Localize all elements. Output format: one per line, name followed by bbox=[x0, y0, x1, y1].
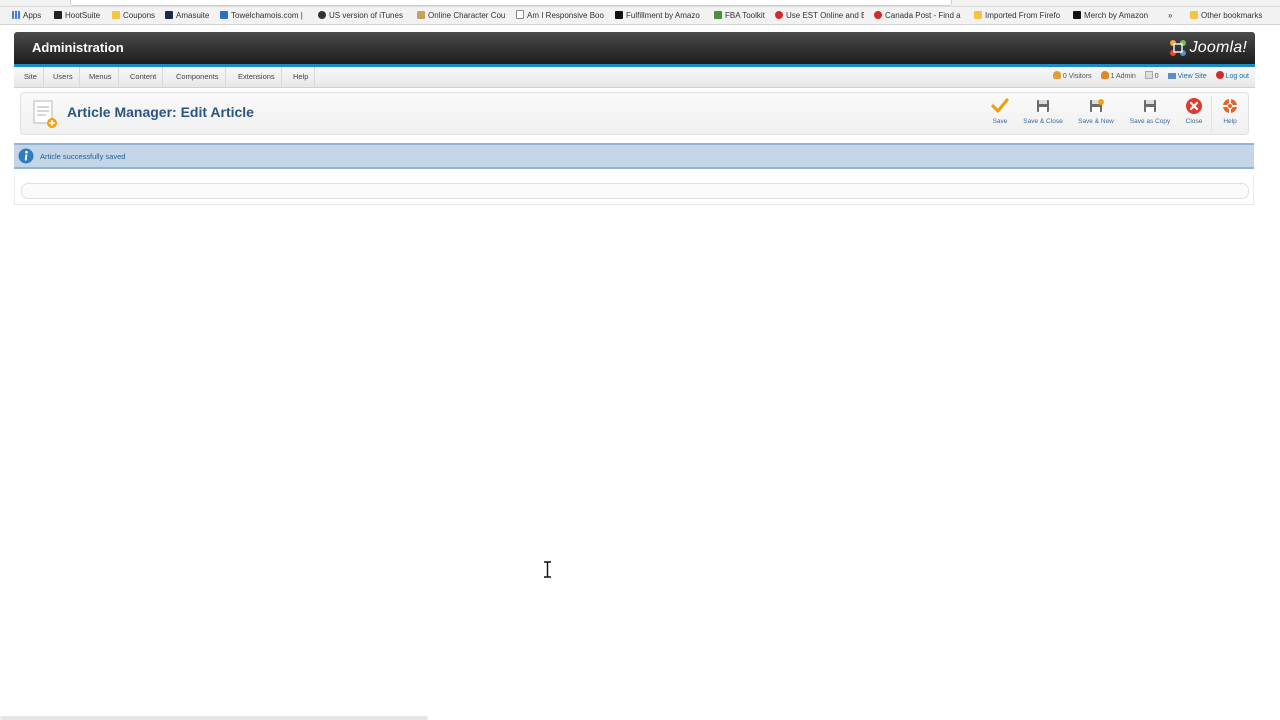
document-icon bbox=[516, 10, 524, 19]
checkmark-icon bbox=[991, 98, 1009, 113]
folder-icon bbox=[1190, 11, 1198, 19]
help-lifebuoy-icon bbox=[1222, 98, 1238, 114]
system-message: Article successfully saved bbox=[14, 143, 1254, 169]
bookmark-character-count[interactable]: Online Character Cou bbox=[417, 10, 505, 21]
bookmark-canada-post[interactable]: Canada Post - Find a bbox=[874, 10, 961, 21]
red-circle-icon bbox=[874, 11, 882, 19]
amazon-icon bbox=[615, 11, 623, 19]
bookmark-imported-firefox[interactable]: Imported From Firefo bbox=[974, 10, 1060, 21]
page-icon bbox=[417, 11, 425, 19]
horizontal-scrollbar-thumb[interactable] bbox=[0, 716, 428, 720]
messages-icon bbox=[1144, 71, 1153, 79]
menu-users[interactable]: Users bbox=[47, 67, 80, 87]
floppy-disk-plus-icon bbox=[1090, 99, 1104, 112]
bookmark-am-i-responsive[interactable]: Am I Responsive Boo bbox=[516, 10, 604, 21]
bookmark-coupons[interactable]: Coupons bbox=[112, 10, 155, 21]
view-site-link[interactable]: View Site bbox=[1167, 67, 1207, 86]
text-cursor-icon bbox=[544, 561, 551, 578]
menu-menus[interactable]: Menus bbox=[83, 67, 119, 87]
close-icon bbox=[1186, 98, 1202, 114]
visitors-status: 0 Visitors bbox=[1052, 67, 1092, 86]
bookmark-hootsuite[interactable]: HootSuite bbox=[54, 10, 100, 21]
floppy-disk-copy-icon bbox=[1144, 100, 1156, 112]
floppy-disk-icon bbox=[1037, 100, 1049, 112]
bookmark-fba-toolkit[interactable]: FBA Toolkit bbox=[714, 10, 765, 21]
amazon-icon bbox=[1073, 11, 1081, 19]
page-vertical-scrollbar[interactable] bbox=[1264, 25, 1280, 720]
logout-link[interactable]: Log out bbox=[1215, 67, 1249, 86]
red-circle-icon bbox=[775, 11, 783, 19]
bookmark-towelchamois[interactable]: Towelchamois.com | bbox=[220, 10, 303, 21]
bookmark-amasuite[interactable]: Amasuite bbox=[165, 10, 209, 21]
logout-icon bbox=[1215, 71, 1224, 79]
joomla-wordmark: Joomla! bbox=[1189, 39, 1247, 56]
folder-icon bbox=[112, 11, 120, 19]
toolbar-separator bbox=[1211, 96, 1212, 132]
bookmarks-overflow-button[interactable]: » bbox=[1168, 10, 1172, 21]
help-button[interactable]: Help bbox=[1218, 97, 1242, 131]
hootsuite-icon bbox=[54, 11, 62, 19]
message-text: Article successfully saved bbox=[40, 152, 126, 161]
page-title: Article Manager: Edit Article bbox=[67, 104, 254, 120]
amasuite-icon bbox=[165, 11, 173, 19]
folder-icon bbox=[974, 11, 982, 19]
bookmark-itunes[interactable]: US version of iTunes bbox=[318, 10, 403, 21]
apps-grid-icon bbox=[12, 11, 20, 19]
toolbar-box: Article Manager: Edit Article Save Save … bbox=[20, 92, 1249, 135]
content-panel bbox=[21, 183, 1249, 199]
bookmark-apps[interactable]: Apps bbox=[12, 10, 41, 21]
bookmark-est-online[interactable]: Use EST Online and E bbox=[775, 10, 864, 21]
monitor-icon bbox=[1167, 73, 1176, 79]
browser-top-bar bbox=[0, 0, 1280, 7]
save-close-button[interactable]: Save & Close bbox=[1019, 97, 1067, 131]
admins-status: 1 Admin bbox=[1100, 67, 1136, 86]
admin-menu-bar: Site Users Menus Content Components Exte… bbox=[14, 67, 1255, 88]
admin-header: Administration Joomla! bbox=[14, 32, 1255, 64]
joomla-icon bbox=[1169, 40, 1186, 56]
menu-extensions[interactable]: Extensions bbox=[232, 67, 282, 87]
status-area: 0 Visitors 1 Admin 0 View Site Log out bbox=[1046, 67, 1249, 87]
chart-icon bbox=[714, 11, 722, 19]
g-icon bbox=[318, 11, 326, 19]
menu-components[interactable]: Components bbox=[170, 67, 226, 87]
bookmark-merch-amazon[interactable]: Merch by Amazon bbox=[1073, 10, 1148, 21]
bookmark-other[interactable]: Other bookmarks bbox=[1190, 10, 1262, 21]
menu-content[interactable]: Content bbox=[124, 67, 164, 87]
admin-title: Administration bbox=[32, 40, 124, 55]
users-icon bbox=[1052, 71, 1061, 79]
bookmark-fba[interactable]: Fulfillment by Amazo bbox=[615, 10, 700, 21]
address-bar[interactable] bbox=[70, 0, 952, 6]
facebook-icon bbox=[220, 11, 228, 19]
bookmarks-bar: Apps HootSuite Coupons Amasuite Towelcha… bbox=[0, 7, 1280, 25]
admin-icon bbox=[1100, 71, 1109, 79]
joomla-logo[interactable]: Joomla! bbox=[1168, 37, 1247, 59]
info-icon bbox=[18, 148, 34, 164]
article-edit-icon bbox=[33, 100, 57, 128]
close-button[interactable]: Close bbox=[1182, 97, 1206, 131]
menu-site[interactable]: Site bbox=[18, 67, 44, 87]
menu-help[interactable]: Help bbox=[287, 67, 316, 87]
save-copy-button[interactable]: Save as Copy bbox=[1125, 97, 1175, 131]
save-button[interactable]: Save bbox=[987, 97, 1013, 131]
save-new-button[interactable]: Save & New bbox=[1074, 97, 1118, 131]
messages-status[interactable]: 0 bbox=[1144, 67, 1159, 86]
